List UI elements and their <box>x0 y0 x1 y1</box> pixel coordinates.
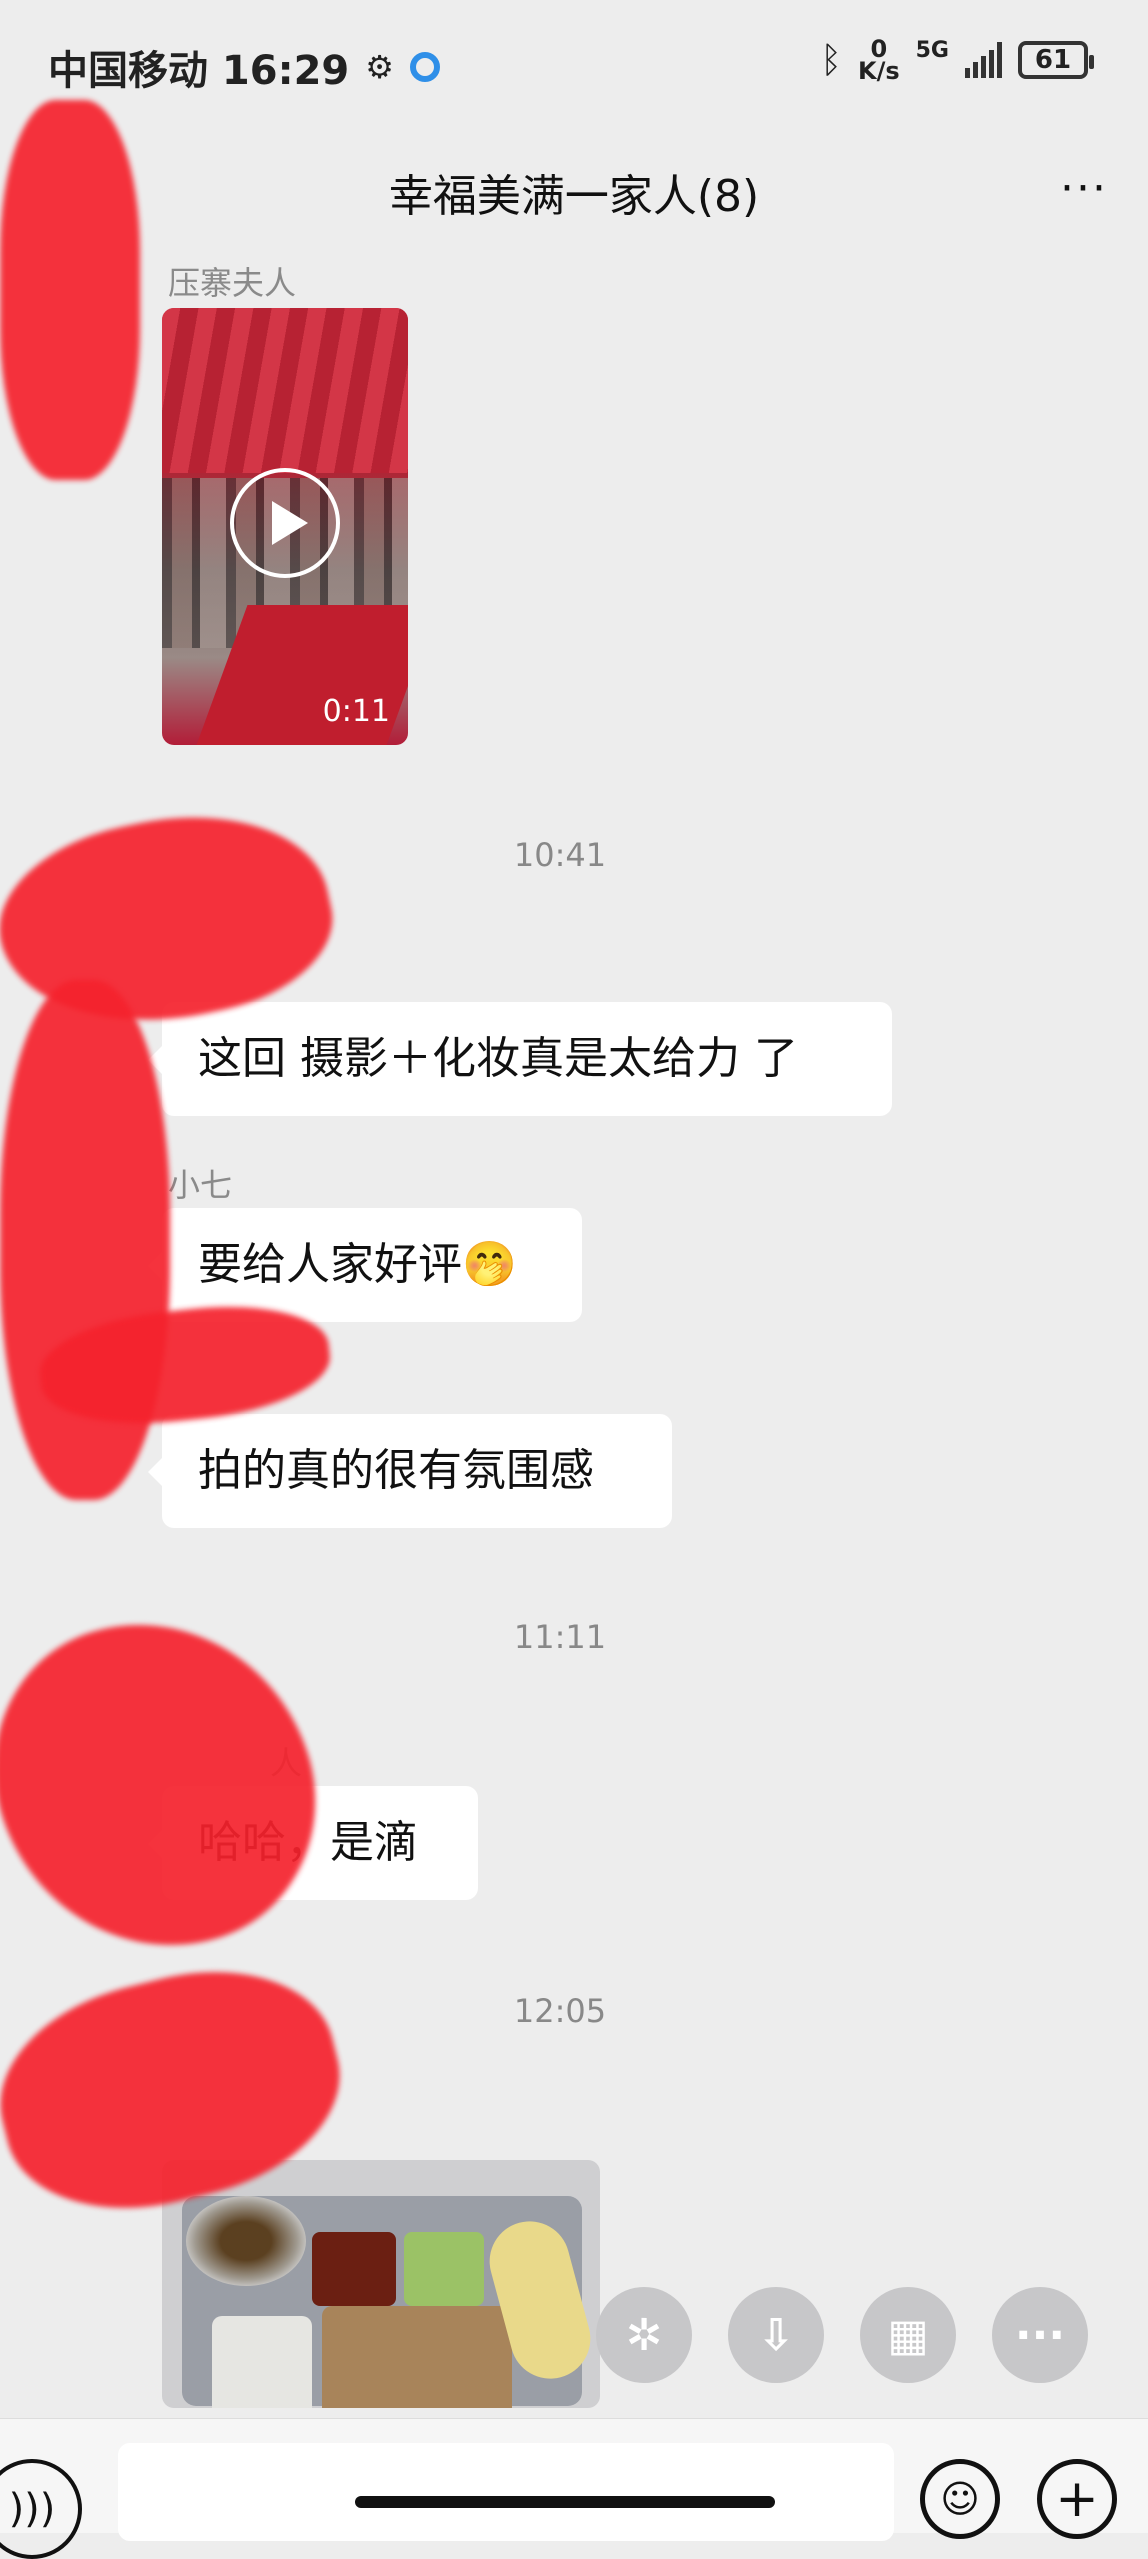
battery-icon: 61 <box>1018 41 1094 79</box>
image-message[interactable] <box>162 2160 600 2408</box>
sender-name: 压寨夫人 <box>168 264 297 302</box>
more-options-button[interactable]: ··· <box>1060 167 1108 211</box>
more-icon[interactable]: ··· <box>992 2287 1088 2383</box>
redaction-mark <box>0 100 140 480</box>
message-input[interactable] <box>118 2443 894 2541</box>
status-right: ᛒ 0 K/s 5G 61 <box>820 37 1094 85</box>
grid-icon[interactable]: ▦ <box>860 2287 956 2383</box>
video-message[interactable]: 0:11 <box>162 308 408 745</box>
net-speed-unit: K/s <box>857 57 900 85</box>
chat-title: 幸福美满一家人(8) <box>388 171 760 222</box>
soup-bowl <box>186 2196 306 2286</box>
voice-input-button[interactable]: ))) <box>0 2459 82 2559</box>
food-dish <box>312 2232 396 2306</box>
net-speed: 0 K/s <box>857 37 900 85</box>
signal-icon <box>965 42 1002 78</box>
download-icon[interactable]: ⇩ <box>728 2287 824 2383</box>
app-notification-icon <box>409 52 440 82</box>
sender-name: 小七 <box>168 1166 233 1204</box>
message-bubble[interactable]: 拍的真的很有氛围感 <box>148 1414 672 1528</box>
status-left: 中国移动 16:29 ⚙ <box>48 38 440 96</box>
video-preview-tent <box>162 308 408 473</box>
food-dish <box>322 2306 512 2408</box>
chat-header: 幸福美满一家人(8) ··· <box>0 130 1148 250</box>
status-bar: 中国移动 16:29 ⚙ ᛒ 0 K/s 5G 61 <box>0 0 1148 130</box>
message-bubble[interactable]: 这回 摄影＋化妆真是太给力 了 <box>148 1002 892 1116</box>
food-tray <box>182 2196 600 2408</box>
emoji-button[interactable]: ☺ <box>920 2459 1000 2539</box>
input-bar: ))) ☺ + <box>0 2418 1148 2559</box>
food-dish <box>404 2232 484 2306</box>
battery-level: 61 <box>1034 45 1072 75</box>
notification-icon: ⚙ <box>365 48 394 86</box>
carrier-time: 中国移动 16:29 <box>48 48 350 94</box>
video-duration: 0:11 <box>322 694 390 729</box>
play-icon[interactable] <box>230 468 340 578</box>
message-bubble[interactable]: 要给人家好评🤭 <box>148 1208 582 1322</box>
add-attachment-button[interactable]: + <box>1037 2459 1117 2539</box>
effects-icon[interactable]: ✲ <box>596 2287 692 2383</box>
bluetooth-icon: ᛒ <box>820 39 842 81</box>
home-indicator[interactable] <box>355 2496 775 2508</box>
food-dish <box>212 2316 312 2408</box>
network-type: 5G <box>915 38 949 63</box>
